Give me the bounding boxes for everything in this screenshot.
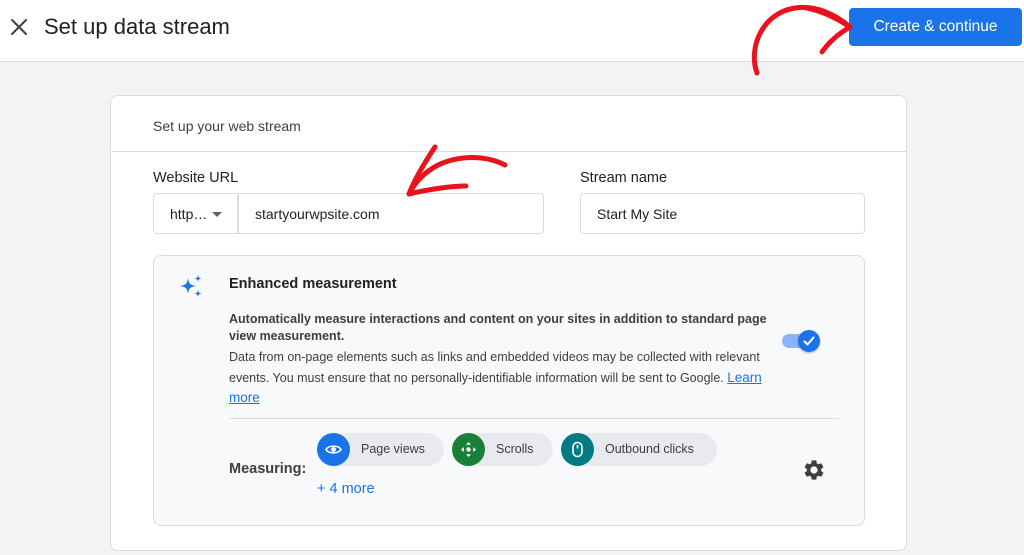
protocol-select[interactable]: http…	[153, 193, 238, 234]
stream-name-label: Stream name	[580, 170, 668, 186]
toggle-knob	[798, 330, 820, 352]
eye-icon	[317, 433, 350, 466]
measuring-label: Measuring:	[229, 461, 307, 477]
enhanced-measurement-title: Enhanced measurement	[229, 276, 397, 292]
chip-page-views[interactable]: Page views	[317, 433, 444, 466]
card-title: Set up your web stream	[153, 118, 301, 134]
card-header: Set up your web stream	[111, 96, 906, 152]
website-url-input[interactable]	[238, 193, 544, 234]
close-button[interactable]	[8, 14, 30, 40]
create-continue-button[interactable]: Create & continue	[849, 8, 1022, 46]
chip-label: Outbound clicks	[605, 442, 694, 456]
description-text: Data from on-page elements such as links…	[229, 350, 760, 385]
top-bar: Set up data stream Create & continue	[0, 0, 1024, 62]
enhanced-measurement-toggle[interactable]	[780, 330, 820, 352]
sparkle-icon	[180, 275, 202, 297]
protocol-value: http…	[170, 206, 208, 222]
more-measurements-link[interactable]: + 4 more	[317, 481, 375, 497]
stream-name-input[interactable]	[580, 193, 865, 234]
scroll-target-icon	[452, 433, 485, 466]
close-icon	[11, 19, 27, 35]
chip-label: Scrolls	[496, 442, 534, 456]
chip-outbound-clicks[interactable]: Outbound clicks	[561, 433, 717, 466]
chip-label: Page views	[361, 442, 425, 456]
web-stream-card: Set up your web stream Website URL http……	[110, 95, 907, 551]
dropdown-caret-icon	[212, 212, 222, 217]
chip-scrolls[interactable]: Scrolls	[452, 433, 553, 466]
gear-icon[interactable]	[802, 458, 826, 482]
enhanced-measurement-description: Data from on-page elements such as links…	[229, 347, 774, 409]
website-url-label: Website URL	[153, 170, 239, 186]
enhanced-measurement-summary: Automatically measure interactions and c…	[229, 312, 767, 343]
enhanced-measurement-panel: Enhanced measurement Automatically measu…	[153, 255, 865, 526]
divider	[229, 418, 839, 419]
check-icon	[803, 336, 815, 346]
page-title: Set up data stream	[44, 14, 230, 39]
mouse-icon	[561, 433, 594, 466]
